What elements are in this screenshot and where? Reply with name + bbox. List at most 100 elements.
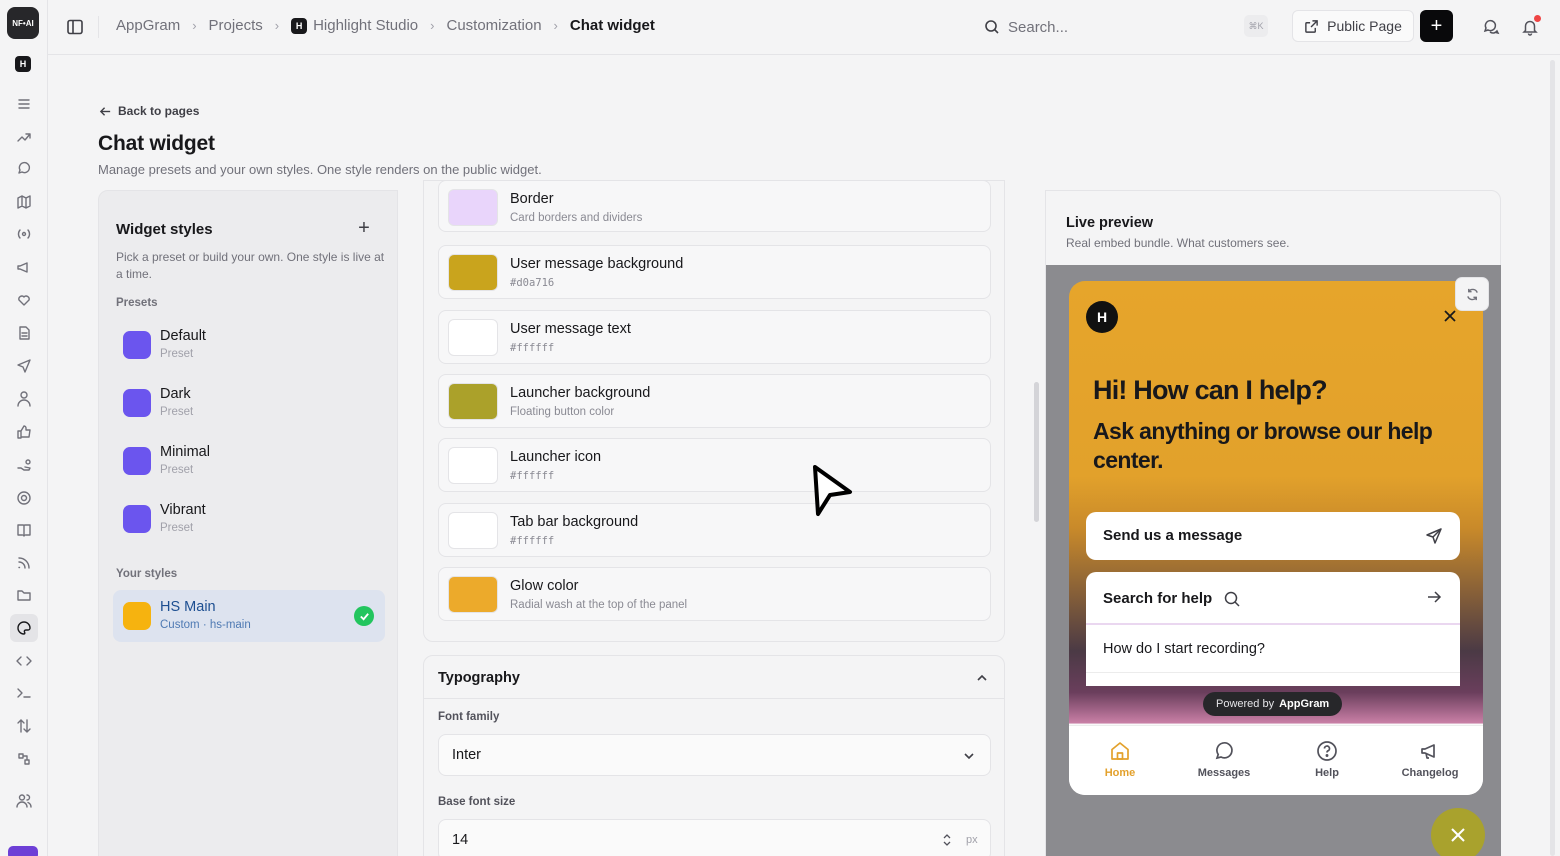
breadcrumb-project[interactable]: H Highlight Studio: [291, 17, 418, 34]
style-swatch: [123, 389, 151, 417]
document-icon[interactable]: [16, 325, 32, 341]
book-icon[interactable]: [16, 522, 32, 538]
style-subtitle: Preset: [160, 406, 194, 418]
public-page-button[interactable]: Public Page: [1292, 10, 1414, 42]
close-icon: [1451, 828, 1465, 842]
users-icon[interactable]: [16, 793, 32, 809]
style-item-vibrant[interactable]: Vibrant Preset: [113, 493, 385, 545]
color-description: #ffffff: [510, 341, 555, 354]
color-row-launcher-background[interactable]: Launcher background Floating button color: [438, 373, 991, 428]
send-message-card[interactable]: Send us a message: [1086, 512, 1460, 560]
color-description: #ffffff: [510, 534, 555, 547]
widget-greeting: Hi! How can I help?: [1093, 375, 1328, 405]
arrow-left-icon: [99, 106, 111, 116]
palette-icon[interactable]: [10, 614, 38, 642]
color-name: Launcher background: [510, 384, 651, 401]
new-button[interactable]: +: [1420, 10, 1453, 42]
color-swatch[interactable]: [448, 189, 498, 226]
mouse-cursor-icon: [813, 465, 852, 516]
typography-title[interactable]: Typography: [438, 670, 520, 686]
widget-tab-changelog[interactable]: Changelog: [1385, 740, 1475, 779]
chevron-down-icon: [964, 753, 974, 760]
project-logo-icon: H: [291, 17, 308, 34]
map-icon[interactable]: [16, 194, 32, 210]
style-item-minimal[interactable]: Minimal Preset: [113, 435, 385, 487]
color-row-tab-bar-background[interactable]: Tab bar background #ffffff: [438, 502, 991, 557]
workflow-icon[interactable]: [16, 751, 32, 767]
base-font-size-input[interactable]: 14 px: [438, 819, 991, 856]
app-logo[interactable]: NF•AI: [7, 7, 39, 39]
breadcrumb: AppGram › Projects › H Highlight Studio …: [116, 17, 655, 34]
code-icon[interactable]: [16, 653, 32, 669]
help-question[interactable]: How do I start recording?: [1103, 641, 1265, 657]
folder-icon[interactable]: [16, 587, 32, 603]
style-item-hs-main[interactable]: HS Main Custom · hs-main: [113, 590, 385, 642]
breadcrumb-current: Chat widget: [569, 17, 655, 34]
widget-tab-label: Messages: [1197, 767, 1251, 779]
list-icon[interactable]: [16, 96, 32, 112]
megaphone-icon: [1421, 744, 1435, 759]
trend-icon[interactable]: [16, 129, 32, 145]
color-row-user-message-background[interactable]: User message background #d0a716: [438, 245, 991, 300]
color-row-border[interactable]: Border Card borders and dividers: [438, 180, 991, 232]
sidebar-toggle-icon[interactable]: [66, 18, 84, 36]
search-help-label[interactable]: Search for help: [1103, 590, 1212, 607]
arrow-right-icon[interactable]: [1425, 588, 1443, 606]
style-item-dark[interactable]: Dark Preset: [113, 377, 385, 429]
color-name: Launcher icon: [510, 449, 602, 466]
page-title: Chat widget: [98, 132, 215, 155]
color-swatch[interactable]: [448, 575, 498, 613]
color-swatch[interactable]: [448, 254, 498, 292]
send-icon: [1426, 528, 1442, 544]
color-swatch[interactable]: [448, 511, 498, 549]
broadcast-icon[interactable]: [16, 226, 32, 242]
breadcrumb-projects[interactable]: Projects: [209, 17, 263, 34]
thumbs-up-icon[interactable]: [16, 424, 32, 440]
chat-icon[interactable]: [16, 161, 32, 177]
editor-scrollbar[interactable]: [1034, 382, 1039, 522]
send-icon[interactable]: [16, 358, 32, 374]
close-icon[interactable]: [1443, 309, 1457, 323]
refresh-preview-button[interactable]: [1455, 277, 1489, 311]
lifebuoy-icon[interactable]: [16, 490, 32, 506]
widget-tab-home[interactable]: Home: [1075, 740, 1165, 779]
chat-bubbles-icon[interactable]: [1482, 18, 1500, 36]
style-item-default[interactable]: Default Preset: [113, 319, 385, 371]
chevron-up-icon[interactable]: [975, 671, 989, 685]
rss-icon[interactable]: [16, 555, 32, 571]
style-name: Vibrant: [160, 502, 206, 518]
color-swatch[interactable]: [448, 447, 498, 485]
widget-tab-help[interactable]: Help: [1282, 740, 1372, 779]
color-row-launcher-icon[interactable]: Launcher icon #ffffff: [438, 438, 991, 493]
color-swatch[interactable]: [448, 382, 498, 420]
divider: [1086, 623, 1460, 625]
megaphone-icon[interactable]: [16, 259, 32, 275]
breadcrumb-customization[interactable]: Customization: [447, 17, 542, 34]
live-preview-title: Live preview: [1066, 215, 1154, 231]
powered-by-badge[interactable]: Powered by AppGram: [1203, 692, 1343, 716]
user-icon[interactable]: [16, 391, 32, 407]
workspace-badge[interactable]: H: [15, 56, 31, 72]
widget-tab-messages[interactable]: Messages: [1179, 740, 1269, 779]
heart-icon[interactable]: [16, 292, 32, 308]
color-row-glow-color[interactable]: Glow color Radial wash at the top of the …: [438, 566, 991, 621]
search-input[interactable]: Search...: [980, 11, 1224, 43]
breadcrumb-appgram[interactable]: AppGram: [116, 17, 180, 34]
stepper-icon[interactable]: [942, 832, 952, 848]
color-row-user-message-text[interactable]: User message text #ffffff: [438, 309, 991, 364]
widget-launcher-button[interactable]: [1431, 808, 1485, 856]
font-family-select[interactable]: Inter: [438, 734, 991, 776]
color-swatch[interactable]: [448, 318, 498, 356]
sort-icon[interactable]: [16, 718, 32, 734]
widget-styles-description: Pick a preset or build your own. One sty…: [116, 250, 385, 281]
help-circle-icon: [1317, 741, 1337, 761]
color-name: Glow color: [510, 577, 579, 594]
terminal-icon[interactable]: [16, 685, 32, 701]
user-avatar[interactable]: [8, 846, 38, 856]
editor-column: Border Card borders and dividers User mess…: [398, 180, 1045, 856]
add-style-button[interactable]: +: [355, 218, 373, 238]
widget-tab-label: Help: [1315, 767, 1339, 779]
back-to-pages-link[interactable]: Back to pages: [99, 104, 199, 118]
hand-coins-icon[interactable]: [16, 457, 32, 473]
page-scrollbar[interactable]: [1550, 60, 1555, 856]
